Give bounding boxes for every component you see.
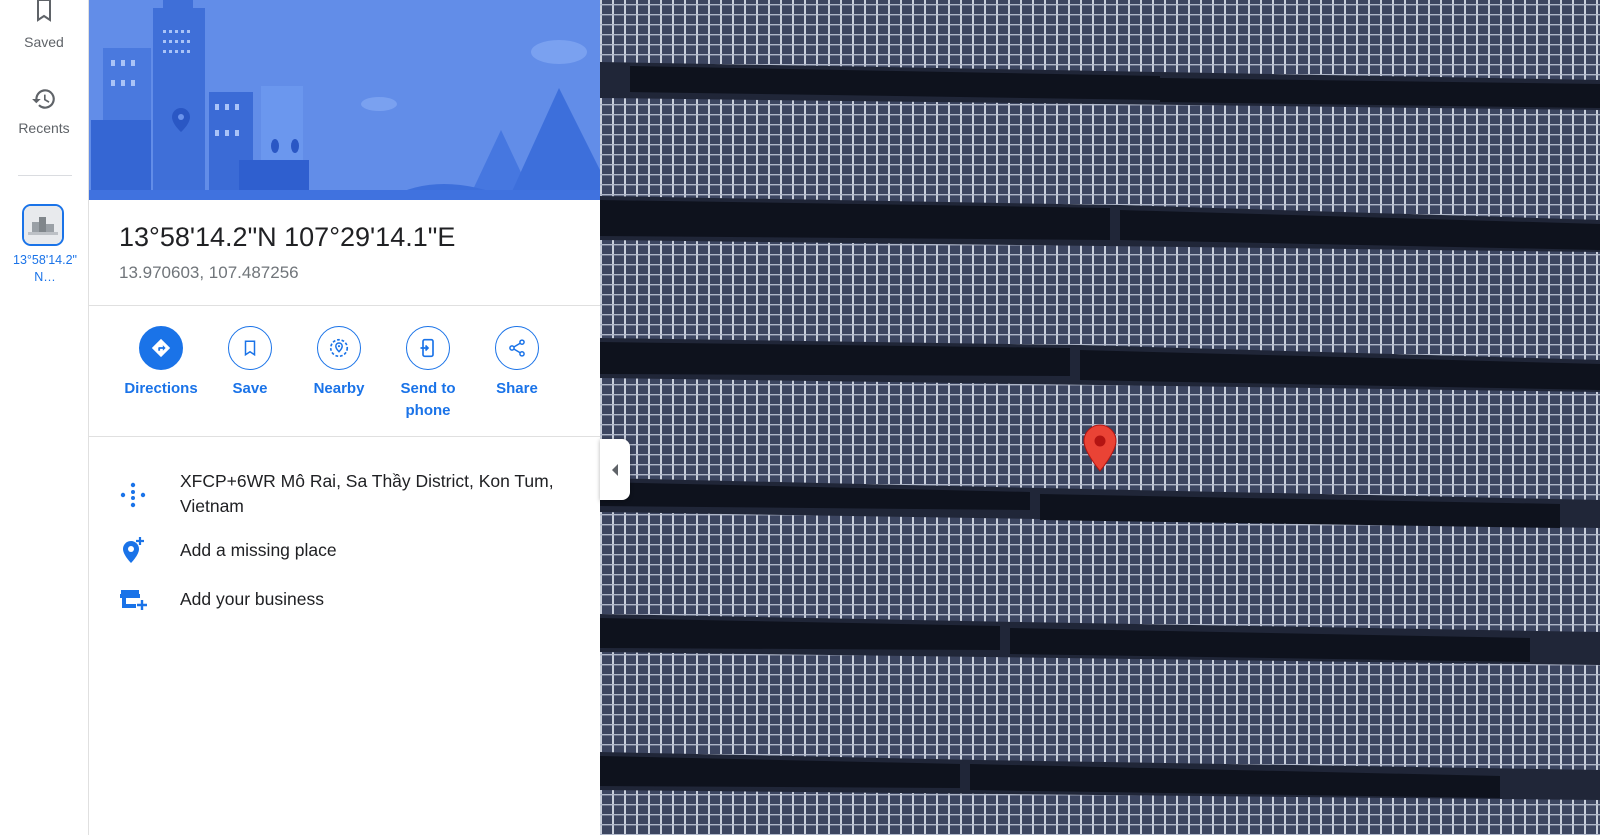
bookmark-icon	[37, 0, 51, 22]
nearby-button[interactable]: Nearby	[294, 326, 384, 400]
recent-place-thumbnail[interactable]	[22, 204, 64, 246]
bookmark-icon	[244, 340, 256, 357]
plus-code-text: XFCP+6WR Mô Rai, Sa Thầy District, Kon T…	[180, 471, 554, 516]
send-to-phone-button[interactable]: Send to phone	[383, 326, 473, 422]
save-button[interactable]: Save	[205, 326, 295, 400]
divider-actions	[89, 436, 600, 437]
send-to-phone-icon	[420, 338, 434, 358]
chevron-left-icon	[612, 463, 618, 476]
rail-divider	[18, 175, 72, 176]
divider-top	[89, 305, 600, 306]
add-business-icon	[120, 590, 147, 610]
share-label: Share	[496, 380, 538, 397]
recent-place-label[interactable]: 13°58'14.2" N…	[4, 252, 86, 286]
place-title: 13°58'14.2"N 107°29'14.1"E	[119, 222, 456, 252]
directions-icon	[151, 338, 171, 358]
plus-code-icon	[120, 482, 146, 508]
collapse-panel-button[interactable]	[600, 439, 630, 500]
recents-button[interactable]: Recents	[0, 86, 88, 136]
saved-label: Saved	[24, 34, 64, 50]
save-label: Save	[232, 380, 268, 397]
location-pin-icon[interactable]	[1083, 424, 1117, 472]
share-icon	[509, 339, 525, 357]
city-thumbnail-icon	[24, 206, 62, 244]
nearby-icon	[329, 338, 349, 358]
add-business-text: Add your business	[180, 589, 324, 609]
place-panel: 13°58'14.2"N 107°29'14.1"E 13.970603, 10…	[89, 0, 600, 835]
share-button[interactable]: Share	[472, 326, 562, 400]
saved-button[interactable]: Saved	[0, 0, 88, 50]
send-to-phone-label: Send to phone	[400, 380, 456, 419]
recents-label: Recents	[18, 120, 70, 136]
history-icon	[32, 89, 55, 109]
place-coordinates: 13.970603, 107.487256	[119, 263, 299, 282]
directions-label: Directions	[124, 380, 198, 397]
add-business-row[interactable]: Add your business	[89, 585, 600, 621]
satellite-map[interactable]	[600, 0, 1600, 835]
hero-illustration	[89, 0, 600, 200]
directions-button[interactable]: Directions	[116, 326, 206, 400]
plus-code-row[interactable]: XFCP+6WR Mô Rai, Sa Thầy District, Kon T…	[89, 467, 600, 519]
left-rail: Saved Recents 13°58'14.2" N…	[0, 0, 89, 835]
add-missing-place-row[interactable]: Add a missing place	[89, 536, 600, 572]
add-location-icon	[123, 537, 144, 563]
add-missing-place-text: Add a missing place	[180, 540, 337, 560]
nearby-label: Nearby	[313, 380, 365, 397]
